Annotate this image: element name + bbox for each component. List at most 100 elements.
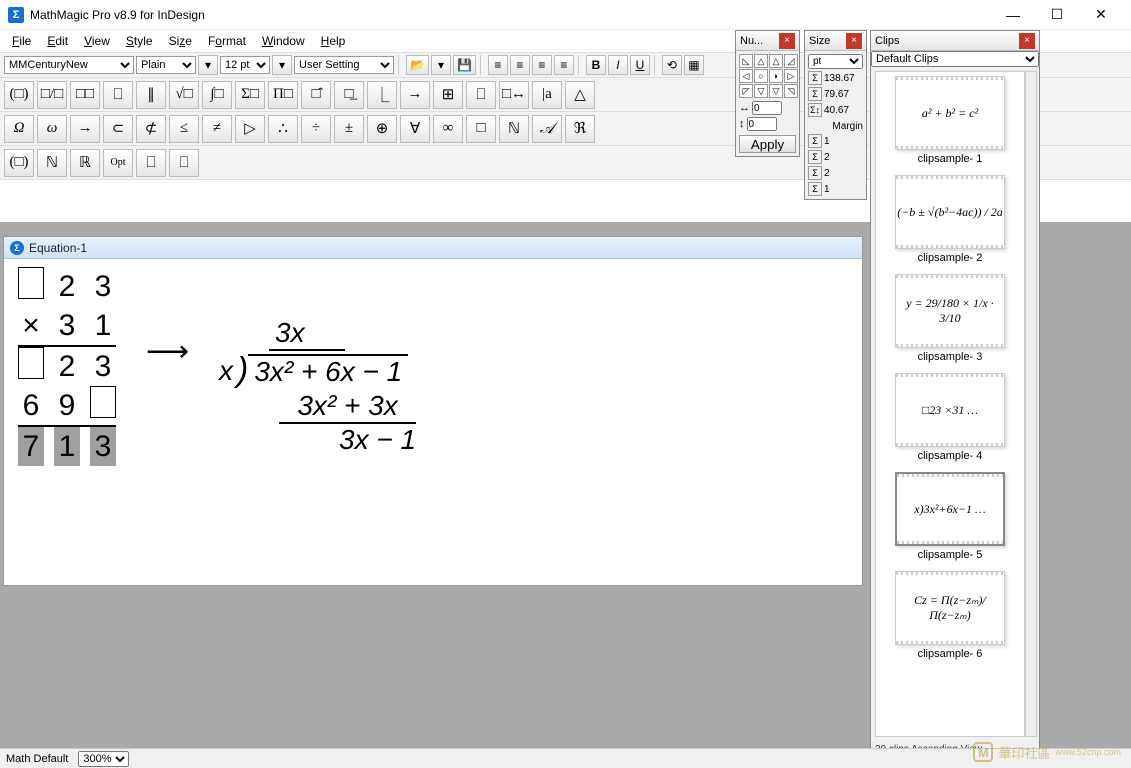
nudge-btn[interactable]: △	[769, 54, 783, 68]
not-subset[interactable]: ⊄	[136, 115, 166, 143]
italic-button[interactable]: I	[608, 55, 628, 75]
clip-item[interactable]: a² + b² = c²clipsample- 1	[880, 76, 1020, 165]
clips-close-icon[interactable]: ×	[1019, 33, 1035, 49]
abs-template[interactable]: |a	[532, 81, 562, 109]
menu-style[interactable]: Style	[118, 32, 161, 50]
floor-template[interactable]: ⎿	[367, 81, 397, 109]
user-slot-1[interactable]: ⎕	[136, 149, 166, 177]
clips-panel[interactable]: Clips× Default Clips a² + b² = c²clipsam…	[870, 30, 1040, 758]
frame-template[interactable]: ⎕	[466, 81, 496, 109]
plusminus[interactable]: ±	[334, 115, 364, 143]
omega-lower[interactable]: ω	[37, 115, 67, 143]
hat-template[interactable]: □̂	[301, 81, 331, 109]
nudge-btn[interactable]: ◺	[739, 54, 753, 68]
zoom-select[interactable]: 300%	[78, 751, 129, 767]
maximize-button[interactable]: ☐	[1035, 0, 1079, 30]
style-select[interactable]: Plain	[136, 56, 196, 74]
align-dec-icon[interactable]: ≡	[554, 55, 574, 75]
dropdown-icon[interactable]: ▾	[431, 55, 451, 75]
size-panel[interactable]: Size× pt Σ138.67 Σ79.67 Σ↕40.67 Margin Σ…	[804, 30, 867, 200]
nudge-btn[interactable]: ▽	[769, 84, 783, 98]
radical-template[interactable]: √□	[169, 81, 199, 109]
minimize-button[interactable]: —	[991, 0, 1035, 30]
clip-item[interactable]: x)3x²+6x−1 …clipsample- 5	[880, 472, 1020, 561]
omega-upper[interactable]: Ω	[4, 115, 34, 143]
script-a[interactable]: 𝒜	[532, 115, 562, 143]
clip-item[interactable]: Cz = Π(z−zₘ)/Π(z−zₘ)clipsample- 6	[880, 571, 1020, 660]
clips-preset-select[interactable]: Default Clips	[871, 51, 1039, 67]
size-close-icon[interactable]: ×	[846, 33, 862, 49]
paren-box[interactable]: (□)	[4, 149, 34, 177]
nat-symbol[interactable]: ℕ	[37, 149, 67, 177]
bold-button[interactable]: B	[586, 55, 606, 75]
integral-template[interactable]: ∫□	[202, 81, 232, 109]
arrow-right[interactable]: →	[70, 115, 100, 143]
underline-button[interactable]: U	[630, 55, 650, 75]
nudge-btn[interactable]: ◗	[769, 69, 783, 83]
menu-view[interactable]: View	[76, 32, 118, 50]
nudge-btn[interactable]: ◿	[784, 54, 798, 68]
equation-window-title[interactable]: Σ Equation-1	[4, 237, 862, 259]
product-template[interactable]: Π□	[268, 81, 298, 109]
forall[interactable]: ∀	[400, 115, 430, 143]
nudge-close-icon[interactable]: ×	[779, 33, 795, 49]
open-icon[interactable]: 📂	[406, 55, 429, 75]
align-left-icon[interactable]: ≡	[488, 55, 508, 75]
clip-item[interactable]: (−b ± √(b²−4ac)) / 2aclipsample- 2	[880, 175, 1020, 264]
fence-template[interactable]: (□)	[4, 81, 34, 109]
box-template[interactable]: ⎕	[103, 81, 133, 109]
h-offset-input[interactable]	[752, 101, 782, 115]
nudge-btn[interactable]: ◹	[784, 84, 798, 98]
align-right-icon[interactable]: ≡	[532, 55, 552, 75]
equation-window[interactable]: Σ Equation-1 23 ×31 23 69 713 ⟶ 3x x) 3x…	[3, 236, 863, 586]
neq[interactable]: ≠	[202, 115, 232, 143]
nudge-btn[interactable]: ▽	[754, 84, 768, 98]
menu-window[interactable]: Window	[254, 32, 313, 50]
save-icon[interactable]: 💾	[453, 55, 476, 75]
stretch-template[interactable]: □↔	[499, 81, 529, 109]
apply-button[interactable]: Apply	[739, 135, 796, 153]
nudge-btn[interactable]: ▷	[784, 69, 798, 83]
fraction-template[interactable]: □/□	[37, 81, 67, 109]
close-button[interactable]: ✕	[1079, 0, 1123, 30]
nudge-btn[interactable]: ◸	[739, 84, 753, 98]
triangle-right[interactable]: ▷	[235, 115, 265, 143]
font-select[interactable]: MMCenturyNew	[4, 56, 134, 74]
square[interactable]: □	[466, 115, 496, 143]
menu-file[interactable]: File	[4, 32, 39, 50]
infinity[interactable]: ∞	[433, 115, 463, 143]
nudge-panel[interactable]: Nu...× ◺△△◿ ◁○◗▷ ◸▽▽◹ ↔ ↕ Apply	[735, 30, 800, 157]
unit-select[interactable]: pt	[808, 54, 863, 69]
triangle-template[interactable]: △	[565, 81, 595, 109]
oplus[interactable]: ⊕	[367, 115, 397, 143]
sum-template[interactable]: Σ□	[235, 81, 265, 109]
menu-edit[interactable]: Edit	[39, 32, 76, 50]
clips-list[interactable]: a² + b² = c²clipsample- 1 (−b ± √(b²−4ac)…	[875, 71, 1025, 737]
underbar-template[interactable]: □̲	[334, 81, 364, 109]
menu-help[interactable]: Help	[313, 32, 354, 50]
real-part[interactable]: ℜ	[565, 115, 595, 143]
menu-format[interactable]: Format	[200, 32, 254, 50]
therefore[interactable]: ∴	[268, 115, 298, 143]
clips-scrollbar[interactable]	[1025, 71, 1037, 737]
nudge-btn[interactable]: ○	[754, 69, 768, 83]
align-center-icon[interactable]: ≡	[510, 55, 530, 75]
divide[interactable]: ÷	[301, 115, 331, 143]
equation-body[interactable]: 23 ×31 23 69 713 ⟶ 3x x) 3x² + 6x − 1 3x…	[4, 259, 862, 474]
user-slot-2[interactable]: ⎕	[169, 149, 199, 177]
sync-icon[interactable]: ⟲	[662, 55, 682, 75]
subset[interactable]: ⊂	[103, 115, 133, 143]
leq[interactable]: ≤	[169, 115, 199, 143]
menu-size[interactable]: Size	[161, 32, 200, 50]
clip-item[interactable]: y = 29/180 × 1/x · 3/10clipsample- 3	[880, 274, 1020, 363]
matrix-template[interactable]: ⊞	[433, 81, 463, 109]
size-select[interactable]: 12 pt	[220, 56, 270, 74]
naturals[interactable]: ℕ	[499, 115, 529, 143]
script-template[interactable]: □□	[70, 81, 100, 109]
size-down-button[interactable]: ▾	[198, 55, 218, 75]
nudge-btn[interactable]: ◁	[739, 69, 753, 83]
grid-icon[interactable]: ▦	[684, 55, 704, 75]
parallel-template[interactable]: ∥	[136, 81, 166, 109]
clip-item[interactable]: □23 ×31 …clipsample- 4	[880, 373, 1020, 462]
setting-select[interactable]: User Setting	[294, 56, 394, 74]
